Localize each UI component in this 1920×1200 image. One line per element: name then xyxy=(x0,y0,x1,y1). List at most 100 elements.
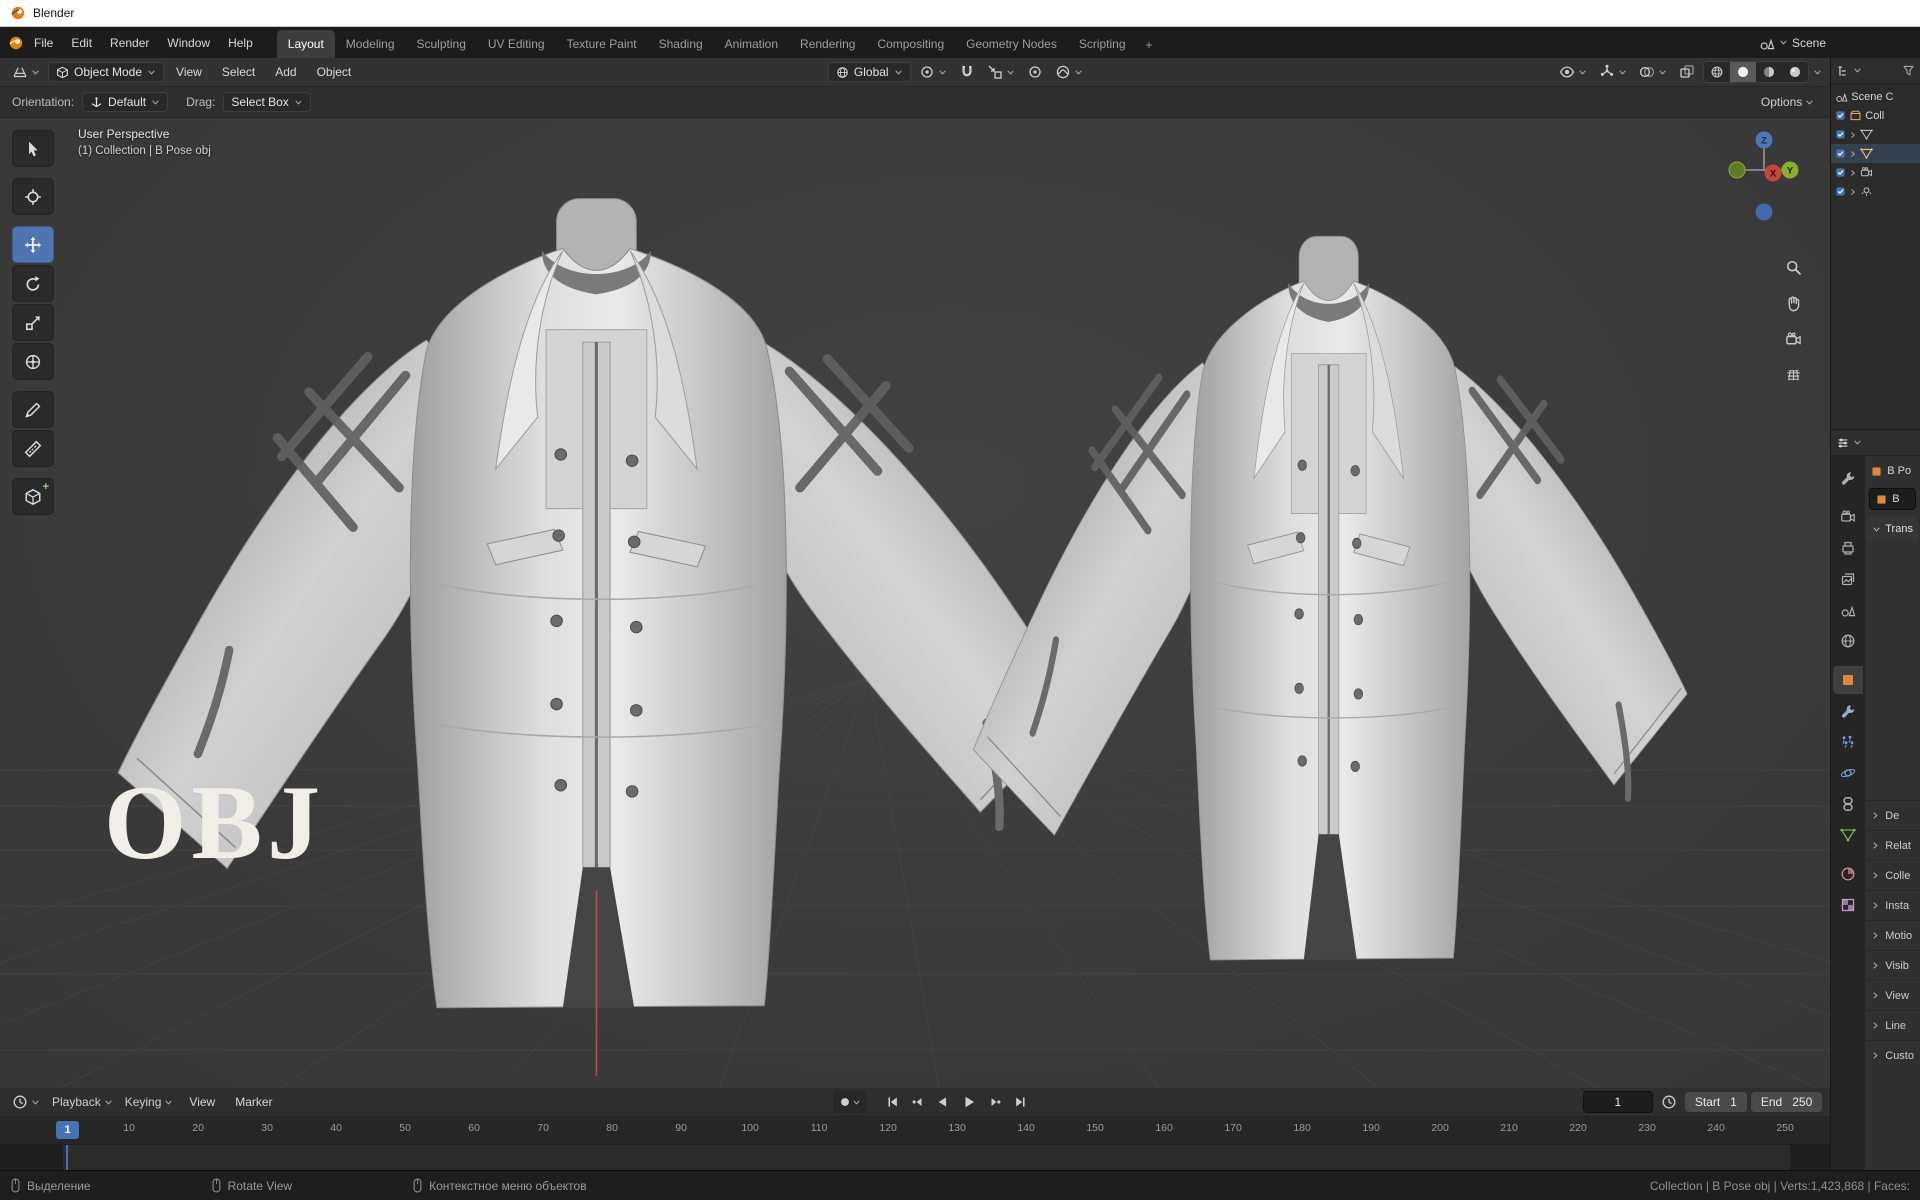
camera-view-button[interactable] xyxy=(1780,326,1806,352)
current-frame-field[interactable]: 1 xyxy=(1582,1091,1653,1113)
play-button[interactable] xyxy=(957,1091,981,1113)
jacket-model-right[interactable] xyxy=(973,236,1687,960)
tool-select-box[interactable] xyxy=(12,130,54,167)
workspace-tab[interactable]: Animation xyxy=(714,30,789,58)
viewport-canvas[interactable] xyxy=(0,118,1831,1088)
tab-view-layer[interactable] xyxy=(1833,565,1863,593)
chevron-down-icon[interactable] xyxy=(1853,438,1862,447)
outliner-row-scene[interactable]: Scene C xyxy=(1831,87,1920,106)
tab-texture[interactable] xyxy=(1833,891,1863,919)
blender-logo-icon[interactable] xyxy=(8,35,24,51)
outliner-row-mesh[interactable] xyxy=(1831,125,1920,144)
next-keyframe-button[interactable] xyxy=(984,1092,1006,1112)
chevron-down-icon[interactable] xyxy=(1853,66,1862,75)
workspace-tab[interactable]: Geometry Nodes xyxy=(955,30,1068,58)
workspace-tab[interactable]: Rendering xyxy=(789,30,866,58)
editor-type-button[interactable] xyxy=(8,61,44,83)
checkbox-icon[interactable] xyxy=(1835,167,1846,178)
menubar-menu[interactable]: Window xyxy=(159,32,218,54)
snap-settings-button[interactable] xyxy=(983,61,1019,83)
proportional-falloff-button[interactable] xyxy=(1051,61,1087,83)
properties-section[interactable]: View xyxy=(1865,980,1920,1010)
checkbox-icon[interactable] xyxy=(1835,110,1846,121)
workspace-tab[interactable]: Sculpting xyxy=(406,30,477,58)
tab-modifiers[interactable] xyxy=(1833,697,1863,725)
mode-dropdown[interactable]: Object Mode xyxy=(48,62,165,82)
tab-particles[interactable] xyxy=(1833,728,1863,756)
play-reverse-button[interactable] xyxy=(932,1092,954,1112)
properties-section[interactable]: Line xyxy=(1865,1010,1920,1040)
expand-chevron-icon[interactable] xyxy=(1849,150,1857,158)
show-gizmo-button[interactable] xyxy=(1595,61,1631,83)
playhead[interactable]: 1 xyxy=(56,1121,79,1139)
tab-object-data[interactable] xyxy=(1833,821,1863,849)
pan-button[interactable] xyxy=(1780,290,1806,316)
filter-funnel-icon[interactable] xyxy=(1902,64,1915,77)
properties-section[interactable]: Visib xyxy=(1865,950,1920,980)
viewport-menu[interactable]: Add xyxy=(267,61,304,83)
proportional-editing-button[interactable] xyxy=(1023,61,1047,83)
workspace-tab[interactable]: Shading xyxy=(648,30,714,58)
menubar-menu[interactable]: Help xyxy=(220,32,261,54)
jacket-model-left[interactable] xyxy=(118,199,1079,1008)
tab-constraints[interactable] xyxy=(1833,790,1863,818)
viewport-menu[interactable]: Select xyxy=(214,61,263,83)
timeline-view-menu[interactable]: View xyxy=(181,1091,223,1113)
zoom-button[interactable] xyxy=(1780,254,1806,280)
ortho-toggle-button[interactable] xyxy=(1780,362,1806,388)
properties-section[interactable]: Insta xyxy=(1865,890,1920,920)
keying-menu[interactable]: Keying xyxy=(121,1092,178,1112)
tab-tool[interactable] xyxy=(1833,464,1863,492)
properties-section[interactable]: Motio xyxy=(1865,920,1920,950)
object-breadcrumb[interactable]: B Po xyxy=(1865,456,1920,486)
shading-wireframe-button[interactable] xyxy=(1704,62,1730,82)
tab-object[interactable] xyxy=(1833,666,1864,694)
use-preview-range-button[interactable] xyxy=(1657,1091,1681,1113)
playhead-line[interactable] xyxy=(66,1145,68,1170)
orientation-dropdown[interactable]: Default xyxy=(82,92,169,112)
object-name-field[interactable]: B xyxy=(1869,488,1916,510)
tool-cursor[interactable] xyxy=(12,178,54,215)
tool-rotate[interactable] xyxy=(12,265,54,302)
jump-to-end-button[interactable] xyxy=(1009,1092,1031,1112)
properties-section[interactable]: Relat xyxy=(1865,830,1920,860)
shading-material-button[interactable] xyxy=(1756,62,1782,82)
show-overlays-button[interactable] xyxy=(1635,61,1671,83)
outliner-row-camera[interactable] xyxy=(1831,163,1920,182)
tab-output[interactable] xyxy=(1833,534,1863,562)
outliner-row-collection[interactable]: Coll xyxy=(1831,106,1920,125)
outliner-row-light[interactable] xyxy=(1831,182,1920,201)
tab-scene[interactable] xyxy=(1833,596,1863,624)
auto-keying-button[interactable] xyxy=(832,1091,866,1113)
tool-move[interactable] xyxy=(12,226,54,263)
scene-selector[interactable]: Scene xyxy=(1759,35,1826,51)
tool-measure[interactable] xyxy=(12,430,54,467)
menubar-menu[interactable]: File xyxy=(26,32,61,54)
workspace-tab[interactable]: Compositing xyxy=(866,30,955,58)
playback-menu[interactable]: Playback xyxy=(48,1092,117,1112)
tool-add-cube[interactable]: + xyxy=(12,478,54,515)
tab-render[interactable] xyxy=(1833,503,1863,531)
menubar-menu[interactable]: Edit xyxy=(63,32,100,54)
transform-section-header[interactable]: Trans xyxy=(1867,516,1918,542)
properties-editor-icon[interactable] xyxy=(1836,436,1850,450)
tool-scale[interactable] xyxy=(12,304,54,341)
outliner-editor-icon[interactable] xyxy=(1836,64,1850,78)
outliner-row-mesh-selected[interactable] xyxy=(1831,144,1920,163)
timeline-track-area[interactable] xyxy=(0,1145,1831,1170)
navigation-gizmo[interactable]: Z X Y xyxy=(1724,126,1804,235)
shading-rendered-button[interactable] xyxy=(1782,62,1808,82)
workspace-tab[interactable]: UV Editing xyxy=(477,30,556,58)
properties-section[interactable]: De xyxy=(1865,800,1920,830)
expand-chevron-icon[interactable] xyxy=(1849,169,1857,177)
pivot-point-button[interactable] xyxy=(915,61,951,83)
timeline-editor-type-button[interactable] xyxy=(8,1091,44,1113)
snap-toggle-button[interactable] xyxy=(955,61,979,83)
workspace-tab[interactable]: Modeling xyxy=(335,30,406,58)
timeline-marker-menu[interactable]: Marker xyxy=(227,1091,280,1113)
transform-orientation-dropdown[interactable]: Global xyxy=(827,62,911,82)
properties-section[interactable]: Custo xyxy=(1865,1040,1920,1070)
menubar-menu[interactable]: Render xyxy=(102,32,157,54)
prev-keyframe-button[interactable] xyxy=(907,1092,929,1112)
checkbox-icon[interactable] xyxy=(1835,148,1846,159)
